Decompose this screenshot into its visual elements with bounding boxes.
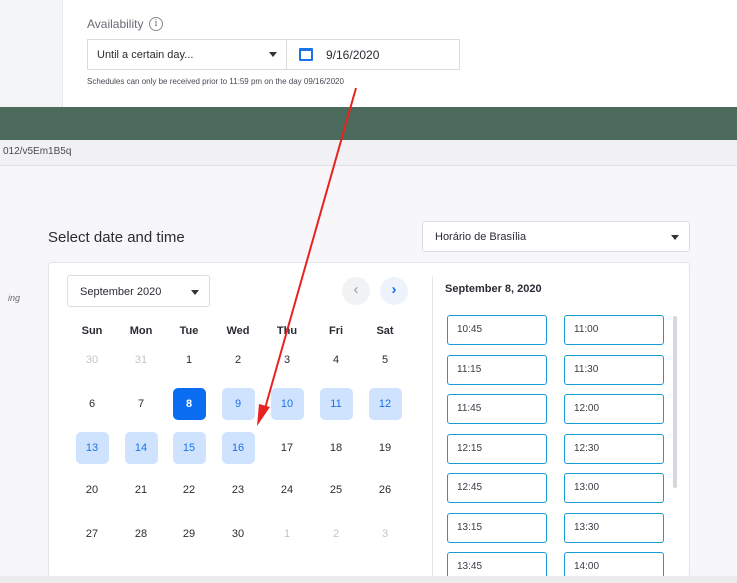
calendar-day[interactable]: 10 xyxy=(270,388,304,420)
weekday-header: Sat xyxy=(376,325,394,337)
bottom-edge xyxy=(0,576,737,583)
time-slot-button[interactable]: 12:15 xyxy=(447,433,547,464)
availability-panel: Availability i Until a certain day... 9/… xyxy=(0,0,737,107)
availability-label: Availability xyxy=(87,17,144,31)
calendar-day[interactable]: 19 xyxy=(369,432,402,464)
weekday-header: Tue xyxy=(179,325,199,337)
calendar-day: 3 xyxy=(381,528,389,540)
availability-mode-select[interactable]: Until a certain day... xyxy=(87,39,287,70)
weekday-header: Fri xyxy=(328,325,344,337)
time-slot-button[interactable]: 11:00 xyxy=(564,315,664,345)
caret-down-icon xyxy=(269,52,277,57)
calendar-day[interactable]: 2 xyxy=(222,344,255,376)
calendar-day[interactable]: 29 xyxy=(173,518,206,550)
calendar-day[interactable]: 22 xyxy=(173,474,206,506)
calendar-day: 30 xyxy=(85,354,99,366)
time-slot-button[interactable]: 12:45 xyxy=(447,473,547,503)
calendar-icon xyxy=(299,48,313,61)
calendar-day[interactable]: 11 xyxy=(319,388,353,420)
calendar-day[interactable]: 5 xyxy=(369,344,402,376)
weekday-header: Wed xyxy=(226,325,250,337)
card-divider xyxy=(432,276,433,576)
calendar-day[interactable]: 12 xyxy=(368,388,402,420)
calendar-day[interactable]: 25 xyxy=(320,474,353,506)
calendar-day[interactable]: 23 xyxy=(222,474,255,506)
previous-month-button[interactable]: ‹ xyxy=(342,277,370,305)
url-text: 012/v5Em1B5q xyxy=(3,146,72,157)
calendar-day[interactable]: 4 xyxy=(320,344,353,376)
calendar-day-selected[interactable]: 8 xyxy=(172,388,206,420)
calendar-day[interactable]: 7 xyxy=(125,388,158,420)
time-slot-button[interactable]: 12:00 xyxy=(564,394,664,424)
weekday-header: Sun xyxy=(81,325,103,337)
selected-date-heading: September 8, 2020 xyxy=(445,283,542,295)
header-band xyxy=(0,107,737,140)
time-slot-button[interactable]: 13:15 xyxy=(447,512,547,543)
calendar-day[interactable]: 27 xyxy=(76,518,109,550)
calendar-day[interactable]: 14 xyxy=(124,432,158,464)
time-slot-button[interactable]: 11:30 xyxy=(564,354,664,385)
availability-note: Schedules can only be received prior to … xyxy=(87,77,344,86)
timezone-value: Horário de Brasília xyxy=(435,231,527,243)
calendar-day[interactable]: 30 xyxy=(222,518,255,550)
next-month-button[interactable]: › xyxy=(380,277,408,305)
caret-down-icon xyxy=(191,290,199,295)
calendar-day[interactable]: 9 xyxy=(221,388,255,420)
timezone-select[interactable]: Horário de Brasília xyxy=(422,221,690,252)
calendar-day[interactable]: 3 xyxy=(271,344,304,376)
calendar-day: 31 xyxy=(134,354,148,366)
calendar-day[interactable]: 15 xyxy=(172,432,206,464)
caret-down-icon xyxy=(671,235,679,240)
calendar-day[interactable]: 28 xyxy=(125,518,158,550)
calendar-day[interactable]: 18 xyxy=(320,432,353,464)
info-icon[interactable]: i xyxy=(149,17,163,31)
calendar-day[interactable]: 16 xyxy=(221,432,255,464)
calendar-day[interactable]: 1 xyxy=(173,344,206,376)
availability-date-input[interactable]: 9/16/2020 xyxy=(287,39,460,70)
calendar-day[interactable]: 24 xyxy=(271,474,304,506)
weekday-header: Thu xyxy=(276,325,298,337)
calendar-day[interactable]: 13 xyxy=(75,432,109,464)
time-slot-button[interactable]: 11:15 xyxy=(447,354,547,385)
address-bar[interactable]: 012/v5Em1B5q xyxy=(0,140,737,166)
calendar-day[interactable]: 6 xyxy=(76,388,109,420)
screenshot-root: Availability i Until a certain day... 9/… xyxy=(0,0,737,583)
weekday-header: Mon xyxy=(129,325,153,337)
time-slot-button[interactable]: 11:45 xyxy=(447,394,547,424)
calendar-day: 1 xyxy=(283,528,291,540)
time-slot-button[interactable]: 10:45 xyxy=(447,315,547,345)
month-value: September 2020 xyxy=(80,286,162,298)
calendar-day: 2 xyxy=(332,528,340,540)
time-slot-button[interactable]: 13:00 xyxy=(564,473,664,503)
time-slot-scrollbar[interactable] xyxy=(673,316,677,488)
availability-mode-value: Until a certain day... xyxy=(97,49,194,61)
time-slot-button[interactable]: 12:30 xyxy=(564,433,664,464)
left-text-fragment: ing xyxy=(8,293,21,303)
time-slot-button[interactable]: 13:30 xyxy=(564,512,664,543)
calendar-day[interactable]: 17 xyxy=(271,432,304,464)
availability-date-value: 9/16/2020 xyxy=(326,48,380,62)
page-title: Select date and time xyxy=(48,229,185,246)
calendar-day[interactable]: 26 xyxy=(369,474,402,506)
calendar-day[interactable]: 21 xyxy=(125,474,158,506)
calendar-day[interactable]: 20 xyxy=(76,474,109,506)
month-select[interactable]: September 2020 xyxy=(67,275,210,307)
